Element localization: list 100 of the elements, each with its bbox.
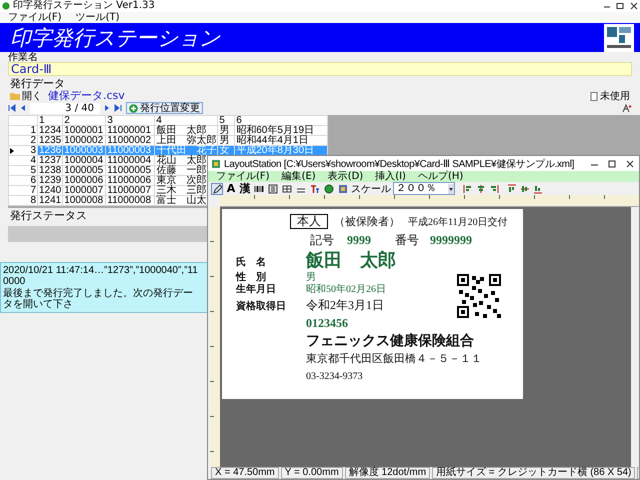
close-icon[interactable] xyxy=(625,158,635,168)
align-top-icon[interactable] xyxy=(507,184,517,194)
name-value: 飯田 太郎 xyxy=(306,251,396,271)
menu-item[interactable]: 編集(E) xyxy=(282,171,316,182)
row-header[interactable]: 7 xyxy=(8,186,38,196)
status-field: 用紙サイズ = クレジットカード横 (86 X 54) xyxy=(432,467,636,479)
issue-date: 平成26年11月20日交付 xyxy=(408,217,508,228)
next-icon[interactable] xyxy=(104,104,110,112)
circle-icon xyxy=(324,184,334,194)
barcode-icon xyxy=(254,184,264,194)
tool-button[interactable]: A xyxy=(225,182,237,194)
app-icon xyxy=(211,158,221,168)
qr-code-icon xyxy=(457,274,501,318)
menu-item[interactable]: ファイル(F) xyxy=(8,12,62,23)
table-cell: 平成20年8月30日 xyxy=(234,146,328,156)
change-position-button[interactable]: 発行位置変更 xyxy=(126,102,203,114)
align-center-icon[interactable] xyxy=(476,184,486,194)
row-header[interactable]: 3 xyxy=(8,146,38,156)
tool-button[interactable] xyxy=(309,182,321,194)
row-header[interactable]: 6 xyxy=(8,176,38,186)
status-field: 解像度 12dot/mm xyxy=(344,467,430,479)
column-header[interactable]: 1 xyxy=(38,116,63,126)
window-title: LayoutStation [C:¥Users¥showroom¥Desktop¥Card-Ⅲ SAMPLE¥健保サンプル.xml] xyxy=(224,158,574,170)
badge-label: 本人 xyxy=(290,214,328,230)
last-icon[interactable] xyxy=(114,104,122,112)
position-field[interactable]: 3 / 40 xyxy=(30,102,100,114)
tool-button[interactable] xyxy=(281,182,293,194)
section-heading: 発行データ xyxy=(9,78,66,90)
job-name-field[interactable]: Card-Ⅲ xyxy=(8,62,632,76)
table-cell: 上田 弥太郎 xyxy=(154,136,218,146)
table-cell: 飯田 太郎 xyxy=(154,126,218,136)
acquired-date: 令和2年3月1日 xyxy=(306,299,384,312)
row-header[interactable]: 8 xyxy=(8,196,38,206)
number-value: 9999999 xyxy=(430,234,472,248)
menu-item[interactable]: 挿入(I) xyxy=(375,171,406,182)
insured-label: （被保険者） xyxy=(334,216,400,228)
birth-date: 昭和50年02月26日 xyxy=(306,284,386,295)
column-header[interactable]: 4 xyxy=(154,116,218,126)
align-middle-icon[interactable] xyxy=(520,184,530,194)
menu-item[interactable]: 表示(D) xyxy=(328,171,364,182)
field-label: 氏 名 xyxy=(236,257,266,268)
row-header[interactable]: 2 xyxy=(8,136,38,146)
tool-button[interactable] xyxy=(323,182,335,194)
column-header[interactable]: 3 xyxy=(106,116,155,126)
pointer-tool xyxy=(212,184,222,194)
log-line: 最後まで発行完了しました。次の発行データを開いて下さ xyxy=(3,288,194,310)
font-size-icon[interactable] xyxy=(622,104,632,112)
phone-number: 03-3234-9373 xyxy=(306,371,363,382)
text-color-icon xyxy=(310,184,320,194)
banner-title: 印字発行ステーション xyxy=(10,24,220,52)
insurer-name: フェニックス健康保険組合 xyxy=(306,334,474,350)
table-cell: 昭和44年4月1日 xyxy=(234,136,328,146)
scale-label: スケール xyxy=(351,182,391,196)
table-cell: 昭和60年5月19日 xyxy=(234,126,328,136)
align-right-icon[interactable] xyxy=(489,184,499,194)
first-icon[interactable] xyxy=(8,104,16,112)
field-label: 性 別 xyxy=(236,272,266,283)
unused-button[interactable]: 未使用 xyxy=(588,90,632,102)
field-label: 記号 xyxy=(310,234,334,248)
tool-button[interactable]: 漢 xyxy=(239,182,251,194)
log-line: 2020/10/21 11:47:14…”1273”,”1000040”,”110000 xyxy=(3,265,199,287)
app-icon xyxy=(2,2,10,10)
status-field: X = 47.50mm xyxy=(211,467,279,479)
table-cell: 千代田 花子 xyxy=(154,146,218,156)
gender-value: 男 xyxy=(306,272,316,283)
open-button[interactable]: 開く xyxy=(8,90,44,102)
align-bottom-icon[interactable] xyxy=(533,184,543,194)
row-header[interactable]: 1 xyxy=(8,126,38,136)
column-header[interactable]: 2 xyxy=(62,116,106,126)
maximize-icon[interactable] xyxy=(607,158,617,168)
menu-item[interactable]: ファイル(F) xyxy=(216,171,270,182)
tool-button[interactable] xyxy=(211,182,223,194)
field-label: 番号 xyxy=(395,234,419,248)
row-pointer-icon xyxy=(10,148,14,154)
plus-icon xyxy=(129,104,138,112)
code-value: 0123456 xyxy=(306,317,348,330)
scale-dropdown[interactable]: ２００％ xyxy=(393,182,455,195)
field-label: 作業名 xyxy=(8,53,39,62)
column-header[interactable]: 5 xyxy=(218,116,235,126)
row-header[interactable]: 5 xyxy=(8,166,38,176)
align-left-icon[interactable] xyxy=(463,184,473,194)
dropdown-icon xyxy=(448,184,454,194)
field-label: 資格取得日 xyxy=(236,301,286,312)
field-label: 生年月日 xyxy=(236,284,276,295)
row-header[interactable]: 4 xyxy=(8,156,38,166)
symbol-value: 9999 xyxy=(347,234,371,248)
table-icon xyxy=(282,184,292,194)
menu-item[interactable]: ツール(T) xyxy=(76,12,120,23)
tool-button[interactable] xyxy=(267,182,279,194)
file-name: 健保データ.csv xyxy=(48,90,125,102)
close-icon[interactable] xyxy=(628,2,640,10)
column-header[interactable]: 6 xyxy=(234,116,328,126)
scale-value: ２００％ xyxy=(396,183,436,194)
document-icon xyxy=(590,92,598,100)
frame-icon xyxy=(268,184,278,194)
maximize-icon[interactable] xyxy=(615,2,625,10)
menu-item[interactable]: ヘルプ(H) xyxy=(418,171,464,182)
previous-icon[interactable] xyxy=(20,104,26,112)
folder-icon xyxy=(10,92,20,100)
address-text: 東京都千代田区飯田橋４－５－１１ xyxy=(306,353,482,366)
